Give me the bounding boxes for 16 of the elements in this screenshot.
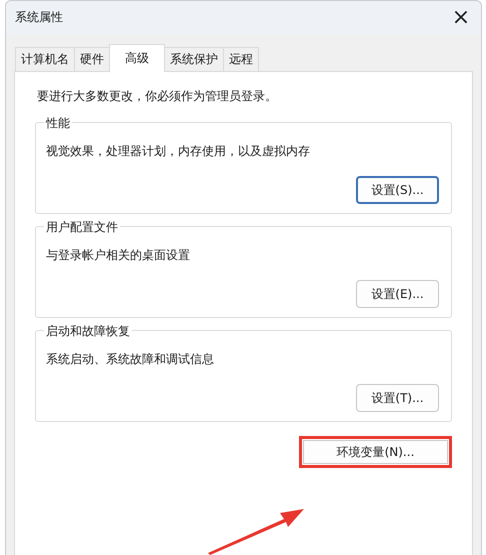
environment-variables-button[interactable]: 环境变量(N)... xyxy=(303,440,448,464)
group-title: 用户配置文件 xyxy=(44,219,120,236)
settings-button[interactable]: 设置(E)... xyxy=(356,280,439,308)
tab[interactable]: 远程 xyxy=(223,47,259,71)
group-description: 与登录帐户相关的桌面设置 xyxy=(46,247,191,264)
tab[interactable]: 高级 xyxy=(109,44,165,72)
settings-button[interactable]: 设置(S)... xyxy=(356,176,439,204)
group-description: 系统启动、系统故障和调试信息 xyxy=(46,351,215,368)
settings-button[interactable]: 设置(T)... xyxy=(356,384,439,412)
window-title: 系统属性 xyxy=(15,9,63,26)
close-button[interactable]: × xyxy=(441,1,481,34)
group-title: 性能 xyxy=(44,115,72,132)
group-title: 启动和故障恢复 xyxy=(44,323,132,340)
group-description: 视觉效果，处理器计划，内存使用，以及虚拟内存 xyxy=(46,143,311,160)
tab[interactable]: 计算机名 xyxy=(15,47,75,71)
notice-text: 要进行大多数更改，你必须作为管理员登录。 xyxy=(36,88,278,105)
